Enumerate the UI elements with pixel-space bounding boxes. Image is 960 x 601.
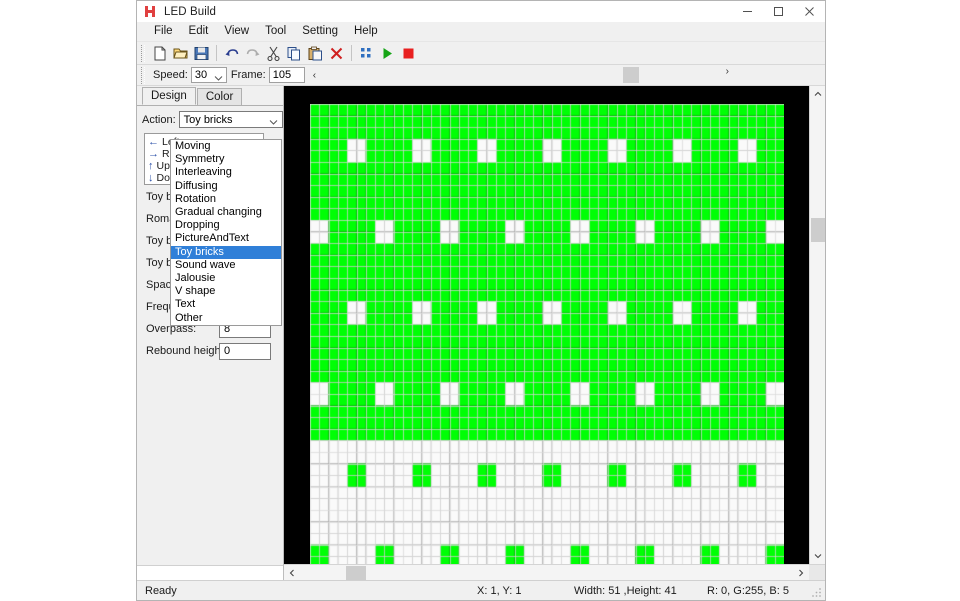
- action-option-gradual-changing[interactable]: Gradual changing: [171, 206, 281, 219]
- action-option-jalousie[interactable]: Jalousie: [171, 272, 281, 285]
- toolbar-grip[interactable]: [141, 45, 145, 62]
- delete-x-icon[interactable]: [326, 43, 347, 63]
- action-select[interactable]: Toy bricks: [179, 111, 283, 128]
- open-folder-icon[interactable]: [170, 43, 191, 63]
- led-matrix-canvas[interactable]: [310, 104, 784, 564]
- canvas-vscrollbar[interactable]: [809, 86, 825, 564]
- panel-tabs: Design Color: [137, 86, 283, 105]
- status-dimensions: Width: 51 ,Height: 41: [574, 585, 677, 597]
- arrow-down-icon: ↓: [148, 172, 154, 184]
- action-option-text[interactable]: Text: [171, 298, 281, 311]
- led-build-logo-icon: [144, 5, 158, 18]
- maximize-button[interactable]: [763, 1, 794, 22]
- frame-input[interactable]: 105: [269, 67, 305, 83]
- speed-value: 30: [195, 69, 207, 81]
- design-panel: Design Color Action: Toy bricks ←: [137, 86, 284, 580]
- scroll-down-icon[interactable]: [810, 548, 825, 564]
- action-option-dropping[interactable]: Dropping: [171, 219, 281, 232]
- frame-value: 105: [273, 69, 291, 81]
- minimize-button[interactable]: [732, 1, 763, 22]
- action-option-v-shape[interactable]: V shape: [171, 285, 281, 298]
- speed-bar: Speed: 30 Frame: 105 ‹ ›: [137, 65, 825, 86]
- new-file-icon[interactable]: [149, 43, 170, 63]
- main-area: Design Color Action: Toy bricks ←: [137, 86, 825, 580]
- arrow-left-icon: ←: [148, 136, 159, 148]
- action-label: Action:: [142, 114, 176, 126]
- canvas-hscrollbar[interactable]: [284, 564, 825, 580]
- status-rgb: R: 0, G:255, B: 5: [707, 585, 789, 597]
- status-coordinates: X: 1, Y: 1: [477, 585, 521, 597]
- arrow-up-icon: ↑: [148, 160, 154, 172]
- frame-next-button[interactable]: ›: [726, 66, 729, 77]
- status-ready: Ready: [145, 585, 177, 597]
- action-selected-value: Toy bricks: [184, 114, 233, 126]
- close-button[interactable]: [794, 1, 825, 22]
- action-dropdown-list[interactable]: MovingSymmetryInterleavingDiffusingRotat…: [170, 139, 282, 326]
- rebound-height-input[interactable]: 0: [219, 343, 271, 360]
- action-option-sound-wave[interactable]: Sound wave: [171, 259, 281, 272]
- action-option-diffusing[interactable]: Diffusing: [171, 180, 281, 193]
- toolbar: [137, 42, 825, 65]
- frame-scrollbar-thumb[interactable]: [623, 67, 639, 83]
- play-icon[interactable]: [377, 43, 398, 63]
- canvas-vscrollbar-thumb[interactable]: [811, 218, 825, 242]
- paste-icon[interactable]: [305, 43, 326, 63]
- menu-item-help[interactable]: Help: [346, 23, 386, 40]
- menu-item-setting[interactable]: Setting: [294, 23, 346, 40]
- grid-icon[interactable]: [356, 43, 377, 63]
- scroll-up-icon[interactable]: [810, 86, 825, 102]
- speedbar-grip[interactable]: [141, 67, 145, 84]
- window-title: LED Build: [164, 6, 216, 18]
- action-option-interleaving[interactable]: Interleaving: [171, 166, 281, 179]
- chevron-down-icon: [269, 116, 278, 128]
- led-canvas-viewport: [284, 86, 825, 564]
- action-option-toy-bricks[interactable]: Toy bricks: [171, 246, 281, 259]
- rebound-height-label: Rebound height:: [146, 345, 219, 357]
- stop-icon[interactable]: [398, 43, 419, 63]
- scroll-right-icon[interactable]: [793, 565, 809, 581]
- frame-scrollbar[interactable]: [405, 67, 823, 83]
- speed-label: Speed:: [153, 69, 188, 81]
- scroll-left-icon[interactable]: [284, 565, 300, 581]
- action-option-other[interactable]: Other: [171, 312, 281, 325]
- menu-item-file[interactable]: File: [146, 23, 181, 40]
- menu-item-view[interactable]: View: [216, 23, 257, 40]
- menu-bar: File Edit View Tool Setting Help: [137, 22, 825, 42]
- copy-icon[interactable]: [284, 43, 305, 63]
- app-window: LED Build File Edit View Tool Setting He…: [136, 0, 826, 601]
- toolbar-separator: [216, 45, 217, 61]
- toolbar-separator-2: [351, 45, 352, 61]
- rebound-height-row: Rebound height: 0: [137, 341, 283, 361]
- action-option-pictureandtext[interactable]: PictureAndText: [171, 232, 281, 245]
- title-bar: LED Build: [137, 1, 825, 22]
- tab-design[interactable]: Design: [142, 87, 196, 105]
- led-canvas-area: [284, 86, 825, 580]
- canvas-hscrollbar-thumb[interactable]: [346, 566, 366, 580]
- speed-select[interactable]: 30: [191, 67, 227, 83]
- menu-item-edit[interactable]: Edit: [181, 23, 217, 40]
- tab-color[interactable]: Color: [197, 88, 242, 105]
- redo-icon[interactable]: [242, 43, 263, 63]
- scrollbar-corner: [809, 565, 825, 581]
- action-row: Action: Toy bricks: [137, 106, 283, 128]
- action-option-moving[interactable]: Moving: [171, 140, 281, 153]
- save-disk-icon[interactable]: [191, 43, 212, 63]
- status-bar: Ready X: 1, Y: 1 Width: 51 ,Height: 41 R…: [137, 580, 825, 600]
- rebound-height-value: 0: [224, 345, 230, 357]
- left-panel-hscrollbar[interactable]: [137, 565, 283, 580]
- arrow-right-icon: →: [148, 148, 159, 160]
- cut-scissors-icon[interactable]: [263, 43, 284, 63]
- frame-prev-button[interactable]: ‹: [313, 70, 316, 81]
- design-tab-page: Action: Toy bricks ← Left →: [137, 105, 283, 565]
- window-controls: [732, 1, 825, 22]
- resize-grip-icon[interactable]: [811, 586, 823, 598]
- chevron-down-icon: [214, 72, 223, 84]
- action-option-symmetry[interactable]: Symmetry: [171, 153, 281, 166]
- menu-item-tool[interactable]: Tool: [257, 23, 294, 40]
- undo-icon[interactable]: [221, 43, 242, 63]
- action-option-rotation[interactable]: Rotation: [171, 193, 281, 206]
- frame-label: Frame:: [231, 69, 266, 81]
